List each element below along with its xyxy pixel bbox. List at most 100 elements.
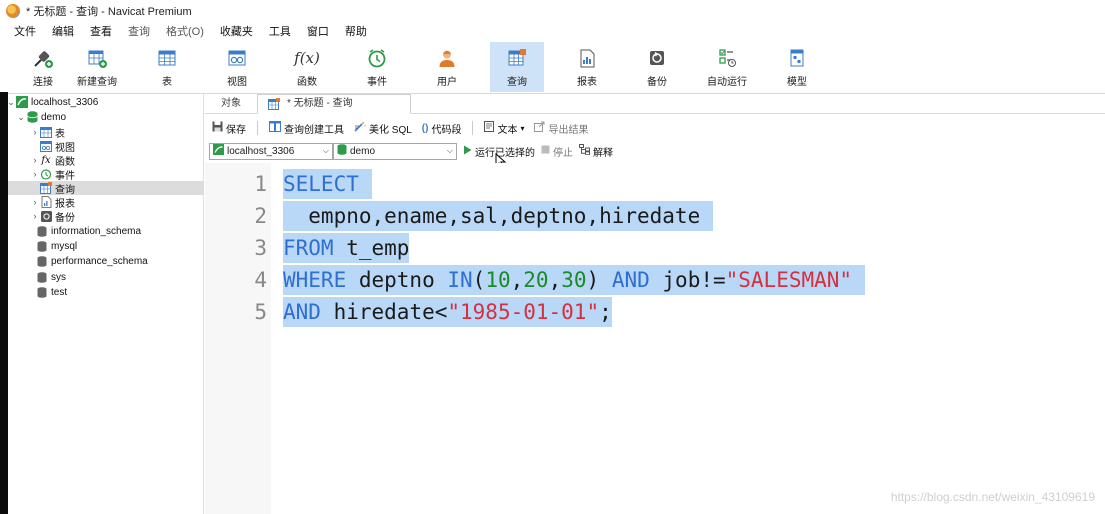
auto-run-icon <box>716 47 738 69</box>
query-icon <box>506 47 528 69</box>
menu-file[interactable]: 文件 <box>6 22 44 42</box>
function-icon: fx <box>41 154 51 166</box>
database-select[interactable]: demo ⌵ <box>333 142 457 160</box>
tree-database-demo[interactable]: ⌄ demo <box>16 110 66 124</box>
menu-format[interactable]: 格式(O) <box>158 22 212 42</box>
magic-wand-icon <box>354 121 366 135</box>
report-icon <box>40 196 52 208</box>
stop-button[interactable]: 停止 <box>541 144 573 159</box>
function-icon: f(x) <box>294 49 320 67</box>
tree-database-sys[interactable]: sys <box>36 270 66 284</box>
tree-item-functions[interactable]: › fx 函数 <box>30 153 76 168</box>
menu-tools[interactable]: 工具 <box>261 22 299 42</box>
event-button[interactable]: 事件 <box>350 42 404 92</box>
explain-button[interactable]: 解释 <box>579 144 613 159</box>
watermark: https://blog.csdn.net/weixin_43109619 <box>890 490 1095 504</box>
window-title: * 无标题 - 查询 - Navicat Premium <box>26 6 192 18</box>
code-text: WHERE deptno IN(10,20,30) AND job!="SALE… <box>283 265 865 295</box>
database-icon <box>36 240 48 252</box>
clock-icon <box>40 168 52 180</box>
connect-button[interactable]: 连接 <box>16 42 70 92</box>
tree-database-information-schema[interactable]: information_schema <box>36 224 141 238</box>
query-icon <box>40 182 52 194</box>
menu-window[interactable]: 窗口 <box>299 22 337 42</box>
sql-editor[interactable]: 1 SELECT 2 empno,ename,sal,deptno,hireda… <box>205 163 1105 514</box>
chevron-right-icon[interactable]: › <box>30 127 40 137</box>
backup-icon <box>40 210 52 222</box>
menu-bar: 文件 编辑 查看 查询 格式(O) 收藏夹 工具 窗口 帮助 <box>0 22 1105 42</box>
chevron-down-icon: ⌵ <box>446 146 453 155</box>
code-snippet-button[interactable]: () 代码段 <box>419 121 465 136</box>
code-line-1: 1 SELECT <box>205 169 372 199</box>
tree-database-test[interactable]: test <box>36 285 67 299</box>
menu-help[interactable]: 帮助 <box>337 22 375 42</box>
database-icon <box>26 111 38 123</box>
tree-item-reports[interactable]: › 报表 <box>30 195 75 210</box>
query-builder-icon <box>269 121 281 135</box>
code-line-4: 4 WHERE deptno IN(10,20,30) AND job!="SA… <box>205 265 865 295</box>
new-query-button[interactable]: 新建查询 <box>70 42 124 92</box>
table-icon <box>156 47 178 69</box>
view-icon <box>226 47 248 69</box>
report-icon <box>576 47 598 69</box>
clock-icon <box>366 47 388 69</box>
chevron-right-icon[interactable]: › <box>30 155 40 165</box>
line-number: 2 <box>254 204 267 228</box>
connection-select[interactable]: localhost_3306 ⌵ <box>209 142 333 160</box>
mysql-connection-icon <box>16 96 28 108</box>
menu-edit[interactable]: 编辑 <box>44 22 82 42</box>
tree-item-events[interactable]: › 事件 <box>30 167 76 182</box>
code-text: SELECT <box>283 169 372 199</box>
chevron-right-icon[interactable]: › <box>30 169 40 179</box>
query-icon <box>268 98 280 110</box>
screen-edge-strip <box>0 92 8 514</box>
code-line-5: 5 AND hiredate<"1985-01-01"; <box>205 297 612 327</box>
line-number: 3 <box>254 236 267 260</box>
plug-icon <box>32 47 54 69</box>
stop-icon <box>541 145 550 157</box>
line-number: 4 <box>254 268 267 292</box>
tree-item-backups[interactable]: › 备份 <box>30 209 75 224</box>
chevron-right-icon[interactable]: › <box>30 211 40 221</box>
function-button[interactable]: f(x) 函数 <box>280 42 334 92</box>
tree-item-views[interactable]: 视图 <box>40 139 75 154</box>
tree-connection[interactable]: ⌄ localhost_3306 <box>6 95 98 109</box>
tab-objects[interactable]: 对象 <box>205 94 257 114</box>
code-line-3: 3 FROM t_emp <box>205 233 410 263</box>
code-text: FROM t_emp <box>283 233 410 263</box>
text-mode-button[interactable]: 文本 ▾ <box>481 121 527 136</box>
connection-selector-row: localhost_3306 ⌵ demo ⌵ 运行已选择的 停止 解释 <box>205 141 1105 161</box>
report-button[interactable]: 报表 <box>560 42 614 92</box>
explain-icon <box>579 144 590 158</box>
export-results-button[interactable]: 导出结果 <box>531 121 591 136</box>
view-icon <box>40 140 52 152</box>
export-icon <box>534 121 545 135</box>
query-button[interactable]: 查询 <box>490 42 544 92</box>
tree-database-mysql[interactable]: mysql <box>36 239 77 253</box>
model-button[interactable]: 模型 <box>770 42 824 92</box>
save-button[interactable]: 保存 <box>209 121 249 136</box>
view-button[interactable]: 视图 <box>210 42 264 92</box>
tree-item-tables[interactable]: › 表 <box>30 125 65 140</box>
table-button[interactable]: 表 <box>140 42 194 92</box>
chevron-down-icon[interactable]: ⌄ <box>16 112 26 123</box>
backup-icon <box>646 47 668 69</box>
auto-run-button[interactable]: 自动运行 <box>700 42 754 92</box>
menu-favorites[interactable]: 收藏夹 <box>212 22 261 42</box>
tab-untitled-query[interactable]: * 无标题 - 查询 <box>257 94 411 114</box>
menu-view[interactable]: 查看 <box>82 22 120 42</box>
tree-item-queries[interactable]: 查询 <box>0 181 204 196</box>
user-icon <box>436 47 458 69</box>
database-icon <box>36 286 48 298</box>
line-number: 5 <box>254 300 267 324</box>
model-icon <box>786 47 808 69</box>
mysql-connection-icon <box>213 144 224 158</box>
menu-query[interactable]: 查询 <box>120 22 158 42</box>
tab-bar: 对象 * 无标题 - 查询 <box>205 94 1105 114</box>
beautify-sql-button[interactable]: 美化 SQL <box>351 121 415 136</box>
backup-button[interactable]: 备份 <box>630 42 684 92</box>
chevron-right-icon[interactable]: › <box>30 197 40 207</box>
tree-database-performance-schema[interactable]: performance_schema <box>36 254 148 268</box>
user-button[interactable]: 用户 <box>420 42 474 92</box>
query-builder-button[interactable]: 查询创建工具 <box>266 121 347 136</box>
